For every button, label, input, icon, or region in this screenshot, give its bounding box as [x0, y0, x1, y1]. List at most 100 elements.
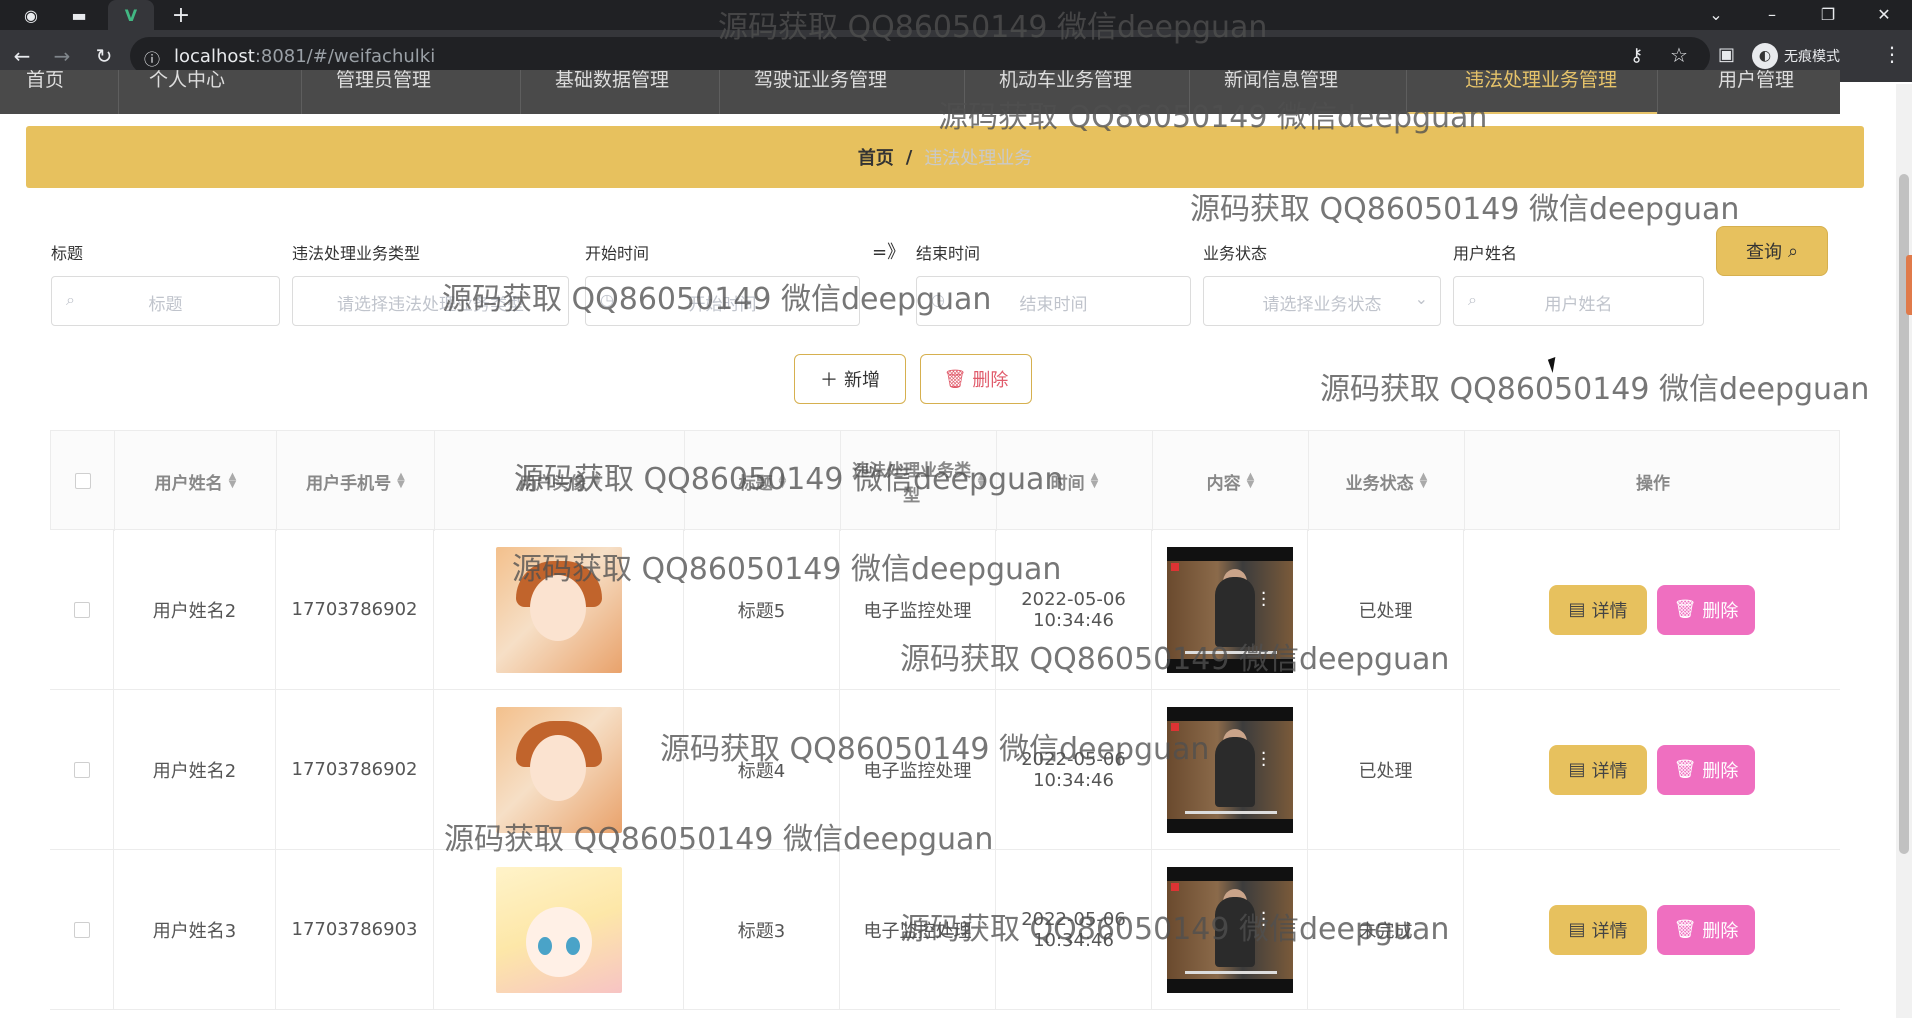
checkbox[interactable]: [74, 473, 91, 489]
header-user-name[interactable]: 用户姓名 ▲ ▼: [115, 431, 277, 531]
header-phone[interactable]: 用户手机号 ▲ ▼: [277, 431, 435, 531]
back-icon[interactable]: ←: [8, 42, 36, 70]
start-time-input[interactable]: ◷ 开始时间: [585, 276, 860, 326]
cell-user-name: 用户姓名2: [114, 530, 276, 689]
checkbox[interactable]: [73, 921, 90, 938]
menu-item-admin[interactable]: 管理员管理: [302, 70, 521, 114]
header-status[interactable]: 业务状态 ▲ ▼: [1309, 431, 1465, 531]
menu-item-users[interactable]: 用户管理: [1658, 70, 1840, 114]
globe-icon[interactable]: ◉: [20, 5, 42, 25]
end-time-input[interactable]: ◷ 结束时间: [916, 276, 1191, 326]
user-avatar-image[interactable]: [495, 546, 622, 673]
type-filter-label: 违法处理业务类型: [292, 244, 421, 263]
menu-item-news[interactable]: 新闻信息管理: [1190, 70, 1407, 114]
cell-title: 标题5: [684, 530, 840, 689]
menu-item-home[interactable]: 首页: [0, 70, 119, 114]
cell-status: 已处理: [1308, 690, 1464, 849]
cell-phone: 17703786903: [276, 850, 434, 1009]
menu-item-license[interactable]: 驾驶证业务管理: [720, 70, 965, 114]
page-scrollbar[interactable]: [1896, 84, 1912, 1018]
user-avatar-image[interactable]: [495, 866, 622, 993]
cell-type: 电子监控处理: [840, 530, 996, 689]
more-menu-icon[interactable]: ⋮: [1882, 42, 1902, 66]
row-select[interactable]: [50, 850, 114, 1009]
delete-button[interactable]: 🗑 删除: [1657, 584, 1755, 635]
row-select[interactable]: [50, 530, 114, 689]
star-icon[interactable]: ☆: [1670, 43, 1688, 67]
reading-list-icon[interactable]: ▣: [1718, 44, 1735, 65]
title-filter-label: 标题: [51, 244, 84, 263]
table-header: 用户姓名 ▲ ▼ 用户手机号 ▲ ▼ 用户头像 ▲ ▼ 标题 ▲ ▼ 违法处理业务类型 ▲ ▼ 时间…: [50, 430, 1840, 531]
incognito-indicator[interactable]: ◐ 无痕模式: [1752, 40, 1862, 72]
detail-button[interactable]: ▤ 详情: [1549, 744, 1647, 795]
document-icon: ▤: [1568, 599, 1586, 620]
vue-logo-icon: V: [124, 5, 138, 25]
sort-icon: ▲ ▼: [228, 471, 237, 490]
cell-title: 标题4: [684, 690, 840, 849]
sort-icon: ▲ ▼: [1090, 471, 1099, 490]
watermark-text: 源码获取 QQ86050149 微信deepguan: [1190, 192, 1740, 227]
cell-avatar: [434, 690, 684, 849]
header-time[interactable]: 时间 ▲ ▼: [997, 431, 1153, 531]
tab-page-icon[interactable]: ▬: [68, 5, 90, 25]
menu-item-basic-data[interactable]: 基础数据管理: [521, 70, 720, 114]
breadcrumb: 首页 / 违法处理业务: [26, 126, 1864, 188]
sort-icon: ▲ ▼: [977, 471, 986, 490]
content-video-thumbnail[interactable]: · · ·: [1166, 546, 1293, 673]
content-video-thumbnail[interactable]: · · ·: [1166, 706, 1293, 833]
detail-button[interactable]: ▤ 详情: [1549, 904, 1647, 955]
start-time-label: 开始时间: [585, 244, 650, 263]
top-navigation-menu: 首页 个人中心 管理员管理 基础数据管理 驾驶证业务管理 机动车业务管理 新闻信…: [0, 70, 1840, 114]
add-button[interactable]: ＋ 新增: [794, 354, 906, 404]
new-tab-icon[interactable]: +: [170, 3, 192, 28]
delete-button[interactable]: 🗑 删除: [1657, 904, 1755, 955]
user-filter-label: 用户姓名: [1453, 244, 1518, 263]
end-time-label: 结束时间: [916, 244, 981, 263]
trash-icon: 🗑: [1673, 759, 1697, 780]
tab-search-icon[interactable]: ⌄: [1696, 2, 1736, 28]
menu-item-violation[interactable]: 违法处理业务管理: [1407, 70, 1658, 114]
row-select[interactable]: [50, 690, 114, 849]
title-filter-input[interactable]: ⌕ 标题: [51, 276, 280, 326]
detail-button[interactable]: ▤ 详情: [1549, 584, 1647, 635]
header-content[interactable]: 内容 ▲ ▼: [1153, 431, 1309, 531]
close-icon[interactable]: ✕: [1864, 2, 1904, 28]
cell-user-name: 用户姓名3: [114, 850, 276, 1009]
cell-actions: ▤ 详情 🗑 删除: [1464, 530, 1840, 689]
cell-type: 电子监控处理: [840, 850, 996, 1009]
url-text[interactable]: localhost:8081/#/weifachulki: [174, 46, 435, 67]
table-row: 用户姓名2 17703786902 标题4 电子监控处理 2022-05-06 …: [50, 690, 1840, 850]
checkbox[interactable]: [73, 761, 90, 778]
breadcrumb-home[interactable]: 首页: [858, 144, 894, 170]
table-row: 用户姓名3 17703786903 标题3 电子监控处理 2022-05-06 …: [50, 850, 1840, 1010]
trash-icon: 🗑: [1673, 919, 1697, 940]
status-filter-select[interactable]: 请选择业务状态 ⌄: [1203, 276, 1441, 326]
info-icon[interactable]: ⓘ: [144, 46, 160, 70]
sort-icon: ▲ ▼: [1419, 471, 1428, 490]
forward-icon[interactable]: →: [48, 42, 76, 70]
user-filter-input[interactable]: ⌕ 用户姓名: [1453, 276, 1704, 326]
sort-icon: ▲ ▼: [592, 471, 601, 490]
user-avatar-image[interactable]: [495, 706, 622, 833]
restore-icon[interactable]: ❐: [1808, 2, 1848, 28]
menu-item-profile[interactable]: 个人中心: [119, 70, 302, 114]
checkbox[interactable]: [73, 601, 90, 618]
menu-item-vehicle[interactable]: 机动车业务管理: [965, 70, 1190, 114]
header-title[interactable]: 标题 ▲ ▼: [685, 431, 841, 531]
delete-button[interactable]: 🗑 删除: [1657, 744, 1755, 795]
reload-icon[interactable]: ↻: [90, 42, 118, 70]
floating-side-tab[interactable]: [1906, 255, 1912, 315]
header-avatar[interactable]: 用户头像 ▲ ▼: [435, 431, 685, 531]
key-icon[interactable]: ⚷: [1630, 45, 1643, 66]
query-button[interactable]: 查询 ⌕: [1716, 226, 1828, 276]
minimize-icon[interactable]: –: [1752, 2, 1792, 28]
batch-delete-button[interactable]: 🗑 删除: [920, 354, 1032, 404]
active-tab[interactable]: V: [108, 0, 154, 30]
content-video-thumbnail[interactable]: · · ·: [1166, 866, 1293, 993]
document-icon: ▤: [1568, 759, 1586, 780]
header-select-all[interactable]: [51, 431, 115, 531]
cell-content: · · ·: [1152, 690, 1308, 849]
type-filter-select[interactable]: 请选择违法处理业务类型: [292, 276, 569, 326]
header-type[interactable]: 违法处理业务类型 ▲ ▼: [841, 431, 997, 531]
plus-icon: ＋: [820, 370, 838, 391]
